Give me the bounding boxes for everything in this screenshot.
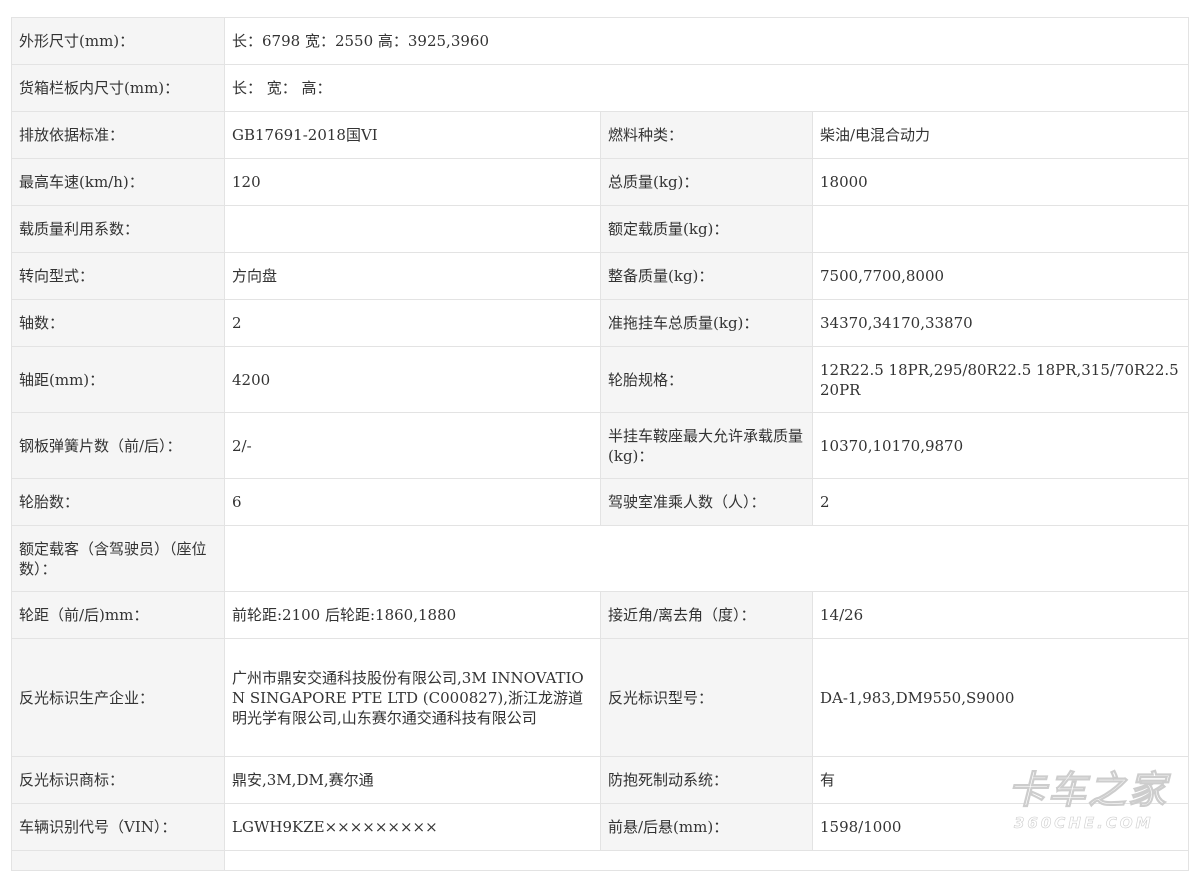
table-row: 轴数： 2 准拖挂车总质量(kg)： 34370,34170,33870 [11,299,1189,347]
table-row: 轴距(mm)： 4200 轮胎规格： 12R22.5 18PR,295/80R2… [11,346,1189,413]
table-row: 反光标识生产企业： 广州市鼎安交通科技股份有限公司,3M INNOVATION … [11,638,1189,757]
table-row: 外形尺寸(mm)： 长：6798 宽：2550 高：3925,3960 [11,17,1189,65]
table-row: 载质量利用系数： 额定载质量(kg)： [11,205,1189,253]
spec-value: 120 [224,158,601,206]
spec-value: 34370,34170,33870 [812,299,1189,347]
spec-label: 准拖挂车总质量(kg)： [600,299,813,347]
table-row: 货箱栏板内尺寸(mm)： 长： 宽： 高： [11,64,1189,112]
spec-label: 防抱死制动系统： [600,756,813,804]
spec-value: 柴油/电混合动力 [812,111,1189,159]
spec-label: 货箱栏板内尺寸(mm)： [11,64,225,112]
spec-value: 2/- [224,412,601,479]
spec-label: 总质量(kg)： [600,158,813,206]
spec-label: 额定载客（含驾驶员）（座位数）： [11,525,225,592]
table-row: 排放依据标准： GB17691-2018国VI 燃料种类： 柴油/电混合动力 [11,111,1189,159]
spec-value: 方向盘 [224,252,601,300]
spec-label: 反光标识商标： [11,756,225,804]
spec-label: 钢板弹簧片数（前/后）： [11,412,225,479]
spec-value: LGWH9KZE××××××××× [224,803,601,851]
spec-label: 轴数： [11,299,225,347]
table-row [11,850,1189,871]
table-row: 额定载客（含驾驶员）（座位数）： [11,525,1189,592]
spec-label: 前悬/后悬(mm)： [600,803,813,851]
spec-label: 半挂车鞍座最大允许承载质量(kg)： [600,412,813,479]
spec-label: 载质量利用系数： [11,205,225,253]
spec-label: 驾驶室准乘人数（人）： [600,478,813,526]
spec-value: 18000 [812,158,1189,206]
spec-value: 6 [224,478,601,526]
spec-value: 1598/1000 [812,803,1189,851]
spec-value: 前轮距:2100 后轮距:1860,1880 [224,591,601,639]
spec-value: 2 [812,478,1189,526]
spec-label: 轮胎数： [11,478,225,526]
spec-value [224,205,601,253]
spec-label: 轴距(mm)： [11,346,225,413]
spec-label: 反光标识型号： [600,638,813,757]
spec-value [812,205,1189,253]
spec-table: 外形尺寸(mm)： 长：6798 宽：2550 高：3925,3960 货箱栏板… [11,17,1189,871]
spec-label: 最高车速(km/h)： [11,158,225,206]
spec-label: 排放依据标准： [11,111,225,159]
spec-value: 广州市鼎安交通科技股份有限公司,3M INNOVATION SINGAPORE … [224,638,601,757]
spec-value: 有 [812,756,1189,804]
spec-label: 反光标识生产企业： [11,638,225,757]
spec-label: 转向型式： [11,252,225,300]
spec-value [224,525,1189,592]
spec-value: 12R22.5 18PR,295/80R22.5 18PR,315/70R22.… [812,346,1189,413]
spec-label: 额定载质量(kg)： [600,205,813,253]
spec-value: DA-1,983,DM9550,S9000 [812,638,1189,757]
spec-value: 4200 [224,346,601,413]
table-row: 轮距（前/后)mm： 前轮距:2100 后轮距:1860,1880 接近角/离去… [11,591,1189,639]
spec-value: GB17691-2018国VI [224,111,601,159]
spec-value: 7500,7700,8000 [812,252,1189,300]
spec-label: 轮胎规格： [600,346,813,413]
spec-value: 鼎安,3M,DM,赛尔通 [224,756,601,804]
table-row: 转向型式： 方向盘 整备质量(kg)： 7500,7700,8000 [11,252,1189,300]
spec-label: 燃料种类： [600,111,813,159]
spec-value: 10370,10170,9870 [812,412,1189,479]
spec-label: 轮距（前/后)mm： [11,591,225,639]
table-row: 车辆识别代号（VIN）： LGWH9KZE××××××××× 前悬/后悬(mm)… [11,803,1189,851]
table-row: 轮胎数： 6 驾驶室准乘人数（人）： 2 [11,478,1189,526]
spec-value: 14/26 [812,591,1189,639]
table-row: 反光标识商标： 鼎安,3M,DM,赛尔通 防抱死制动系统： 有 [11,756,1189,804]
spec-label: 外形尺寸(mm)： [11,17,225,65]
spec-label: 整备质量(kg)： [600,252,813,300]
table-row: 最高车速(km/h)： 120 总质量(kg)： 18000 [11,158,1189,206]
spec-label: 车辆识别代号（VIN）： [11,803,225,851]
spec-value: 长：6798 宽：2550 高：3925,3960 [224,17,1189,65]
spec-value [224,850,1189,871]
spec-label: 接近角/离去角（度）： [600,591,813,639]
spec-label [11,850,225,871]
spec-value: 长： 宽： 高： [224,64,1189,112]
table-row: 钢板弹簧片数（前/后）： 2/- 半挂车鞍座最大允许承载质量(kg)： 1037… [11,412,1189,479]
spec-value: 2 [224,299,601,347]
